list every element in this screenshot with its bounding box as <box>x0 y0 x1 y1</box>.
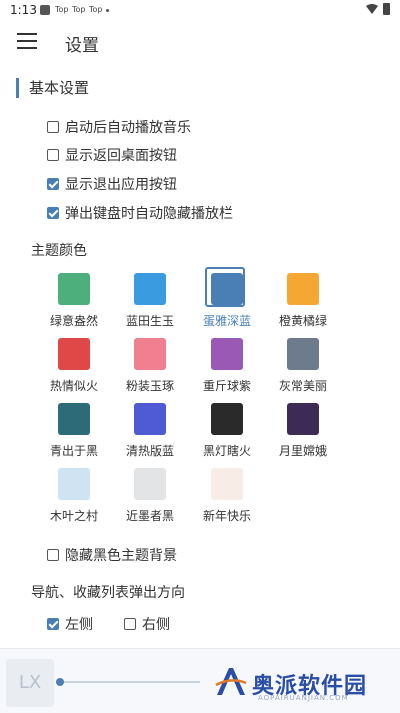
option-show-home-button[interactable]: 显示返回桌面按钮 <box>47 145 177 165</box>
theme-swatch[interactable]: 黑灯瞎火 <box>195 403 259 463</box>
option-popup-right[interactable]: 右侧 <box>124 614 170 634</box>
watermark-subtext: AOPAIRUANJIAN.COM <box>258 694 349 702</box>
progress-track[interactable] <box>60 681 200 683</box>
checkbox[interactable] <box>47 207 59 219</box>
theme-name: 粉装玉琢 <box>125 379 174 393</box>
theme-name: 重斤球紫 <box>202 379 251 393</box>
checkbox[interactable] <box>47 149 59 161</box>
theme-color-chip <box>58 403 90 435</box>
theme-name: 黑灯瞎火 <box>202 444 251 458</box>
theme-color-chip <box>134 468 166 500</box>
theme-swatch[interactable]: 灰常美丽 <box>271 338 335 398</box>
theme-color-chip <box>287 403 319 435</box>
theme-name: 热情似火 <box>49 379 98 393</box>
option-label: 右侧 <box>142 617 170 633</box>
checkbox[interactable] <box>124 618 136 630</box>
checkbox[interactable] <box>47 618 59 630</box>
checkbox[interactable] <box>47 178 59 190</box>
option-hide-player-on-keyboard[interactable]: 弹出键盘时自动隐藏播放栏 <box>47 203 233 223</box>
option-popup-left[interactable]: 左侧 <box>47 614 93 634</box>
progress-thumb[interactable] <box>56 678 64 686</box>
app-notification-icon <box>40 5 50 15</box>
notification-label: Top <box>72 5 86 14</box>
theme-swatch[interactable]: 热情似火 <box>42 338 106 398</box>
theme-name: 月里嫦娥 <box>278 444 327 458</box>
theme-name: 青出于黑 <box>49 444 98 458</box>
theme-swatch[interactable]: 重斤球紫 <box>195 338 259 398</box>
theme-color-chip <box>287 338 319 370</box>
theme-swatch[interactable]: 青出于黑 <box>42 403 106 463</box>
section-title-popup-direction: 导航、收藏列表弹出方向 <box>31 585 185 601</box>
option-label: 启动后自动播放音乐 <box>65 120 191 136</box>
option-label: 弹出键盘时自动隐藏播放栏 <box>65 206 233 222</box>
theme-swatch[interactable]: 橙黄橘绿 <box>271 273 335 333</box>
status-time: 1:13 <box>10 3 37 17</box>
theme-name: 蛋雅深蓝 <box>202 314 251 328</box>
theme-swatch[interactable]: 清热版蓝 <box>118 403 182 463</box>
section-title-theme: 主题颜色 <box>31 243 87 259</box>
app-bar: 设置 <box>0 20 400 62</box>
notification-label: Top <box>55 5 69 14</box>
theme-color-chip <box>211 403 243 435</box>
theme-name: 灰常美丽 <box>278 379 327 393</box>
theme-swatch[interactable]: 绿意盎然 <box>42 273 106 333</box>
more-notifications-icon <box>106 9 109 12</box>
option-label: 显示退出应用按钮 <box>65 177 177 193</box>
theme-color-chip <box>134 403 166 435</box>
wifi-icon <box>366 4 378 14</box>
theme-name: 绿意盎然 <box>49 314 98 328</box>
theme-color-chip <box>134 338 166 370</box>
theme-color-chip <box>211 338 243 370</box>
option-label: 左侧 <box>65 617 93 633</box>
option-label: 显示返回桌面按钮 <box>65 148 177 164</box>
theme-swatch[interactable]: 近墨者黑 <box>118 468 182 528</box>
theme-name: 清热版蓝 <box>125 444 174 458</box>
theme-name: 近墨者黑 <box>125 509 174 523</box>
theme-name: 木叶之村 <box>49 509 98 523</box>
option-show-exit-button[interactable]: 显示退出应用按钮 <box>47 174 177 194</box>
checkbox[interactable] <box>47 549 59 561</box>
option-hide-dark-theme-bg[interactable]: 隐藏黑色主题背景 <box>47 545 177 565</box>
theme-name: 新年快乐 <box>202 509 251 523</box>
theme-color-chip <box>211 273 243 305</box>
theme-color-chip <box>58 338 90 370</box>
theme-name: 蓝田生玉 <box>125 314 174 328</box>
page-title: 设置 <box>65 36 99 56</box>
checkbox[interactable] <box>47 121 59 133</box>
status-bar: 1:13 Top Top Top <box>0 0 400 20</box>
theme-swatch[interactable]: 月里嫦娥 <box>271 403 335 463</box>
theme-color-chip <box>211 468 243 500</box>
theme-swatch[interactable]: 蓝田生玉 <box>118 273 182 333</box>
option-autoplay[interactable]: 启动后自动播放音乐 <box>47 117 191 137</box>
menu-icon[interactable] <box>17 33 39 49</box>
option-label: 隐藏黑色主题背景 <box>65 548 177 564</box>
section-title-basic: 基本设置 <box>16 78 89 98</box>
theme-color-chip <box>58 468 90 500</box>
watermark-logo-icon <box>215 668 247 695</box>
theme-swatch[interactable]: 粉装玉琢 <box>118 338 182 398</box>
theme-color-chip <box>134 273 166 305</box>
theme-color-chip <box>58 273 90 305</box>
theme-swatch[interactable]: 蛋雅深蓝 <box>195 267 259 333</box>
battery-icon <box>383 3 390 15</box>
theme-swatch[interactable]: 新年快乐 <box>195 468 259 528</box>
theme-color-chip <box>287 273 319 305</box>
theme-name: 橙黄橘绿 <box>278 314 327 328</box>
album-cover[interactable]: LX <box>6 659 54 707</box>
notification-label: Top <box>89 5 103 14</box>
theme-swatch[interactable]: 木叶之村 <box>42 468 106 528</box>
